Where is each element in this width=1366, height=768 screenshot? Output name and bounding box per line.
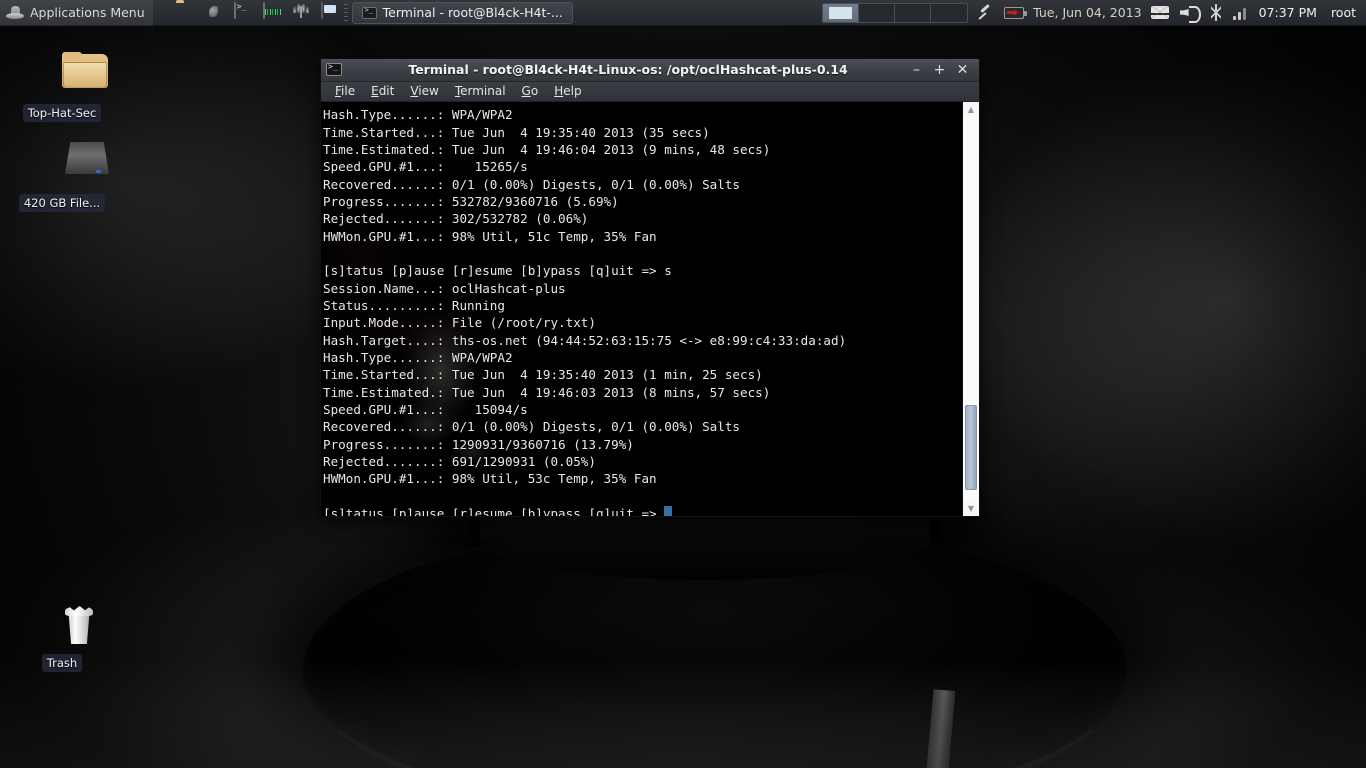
workspace-switcher[interactable] (822, 2, 969, 23)
launcher-system-monitor[interactable] (262, 1, 282, 23)
terminal-line: Progress.......: 532782/9360716 (5.69%) (323, 193, 619, 209)
terminal-line: Rejected.......: 691/1290931 (0.05%) (323, 454, 596, 470)
workspace-1[interactable] (823, 3, 860, 22)
menu-item-edit[interactable]: Edit (363, 82, 402, 100)
desktop-icon-trash[interactable]: Trash (14, 602, 110, 676)
taskbar-button-label: Terminal - root@Bl4ck-H4t-... (382, 5, 563, 20)
launcher-display-settings[interactable] (320, 1, 340, 23)
scroll-down-arrow[interactable]: ▼ (963, 501, 979, 516)
pin-icon[interactable] (977, 5, 993, 21)
terminal-cursor (664, 506, 673, 516)
battery-icon[interactable] (1004, 6, 1028, 19)
terminal-line: Hash.Target....: ths-os.net (94:44:52:63… (323, 332, 847, 348)
menu-item-file[interactable]: File (327, 82, 363, 100)
system-monitor-icon (262, 1, 265, 19)
window-title: Terminal - root@Bl4ck-H4t-Linux-os: /opt… (408, 62, 848, 78)
terminal-line: Time.Estimated.: Tue Jun 4 19:46:03 2013… (323, 384, 771, 400)
launcher-bar (175, 1, 340, 23)
terminal-icon (326, 62, 342, 77)
folder-icon (14, 52, 110, 100)
launcher-file-manager[interactable] (175, 3, 195, 23)
panel-clock: 07:37 PM (1258, 5, 1317, 20)
taskbar-button-terminal[interactable]: Terminal - root@Bl4ck-H4t-... (351, 1, 573, 24)
workspace-4[interactable] (931, 3, 968, 22)
menu-item-terminal[interactable]: Terminal (447, 82, 514, 100)
terminal-line: Hash.Type......: WPA/WPA2 (323, 349, 513, 365)
window-controls: – + ✕ (910, 63, 974, 77)
desktop-icon-top-hat-sec[interactable]: Top-Hat-Sec (14, 52, 110, 126)
terminal-icon (361, 6, 377, 19)
terminal-line: Session.Name...: oclHashcat-plus (323, 280, 566, 296)
launcher-web-browser[interactable] (204, 3, 224, 23)
desktop-icon-label: 420 GB File... (18, 194, 106, 212)
desktop-icon-label: Top-Hat-Sec (22, 104, 102, 122)
drive-icon (14, 142, 110, 190)
terminal-line: [s]tatus [p]ause [r]esume [b]ypass [q]ui… (323, 505, 956, 516)
top-panel: Applications Menu Terminal - root@Bl4ck-… (0, 0, 1366, 26)
trash-icon (14, 602, 110, 650)
desktop-icon-label: Trash (41, 654, 83, 672)
launcher-terminal[interactable] (233, 1, 253, 23)
display-icon (320, 1, 323, 19)
network-icon[interactable] (1232, 5, 1250, 20)
scrollbar-thumb[interactable] (965, 405, 977, 490)
terminal-line: Progress.......: 1290931/9360716 (13.79%… (323, 436, 634, 452)
top-hat-icon (6, 6, 24, 19)
applications-menu-label: Applications Menu (30, 5, 145, 20)
workspace-3[interactable] (895, 3, 932, 22)
terminal-output[interactable]: Hash.Type......: WPA/WPA2 Time.Started...… (321, 102, 962, 516)
workspace-2[interactable] (859, 3, 896, 22)
maximize-button[interactable]: + (933, 63, 946, 77)
terminal-line: Speed.GPU.#1...: 15265/s (323, 159, 528, 175)
applications-menu-button[interactable]: Applications Menu (0, 0, 153, 26)
status-tray (1142, 4, 1259, 23)
menu-item-go[interactable]: Go (514, 82, 547, 100)
terminal-window[interactable]: Terminal - root@Bl4ck-H4t-Linux-os: /opt… (320, 58, 980, 517)
terminal-line: Status.........: Running (323, 297, 505, 313)
terminal-line: Time.Estimated.: Tue Jun 4 19:46:04 2013… (323, 141, 771, 157)
terminal-line: Rejected.......: 302/532782 (0.06%) (323, 211, 589, 227)
launcher-plant-app[interactable] (291, 3, 311, 23)
bluetooth-icon[interactable] (1210, 4, 1222, 21)
panel-username[interactable]: root (1331, 5, 1356, 20)
close-button[interactable]: ✕ (956, 63, 969, 77)
terminal-line: Input.Mode.....: File (/root/ry.txt) (323, 315, 596, 331)
panel-handle[interactable] (343, 4, 348, 21)
window-titlebar[interactable]: Terminal - root@Bl4ck-H4t-Linux-os: /opt… (321, 59, 979, 82)
desktop-icon-420gb-filesystem[interactable]: 420 GB File... (14, 142, 110, 216)
terminal-line: Hash.Type......: WPA/WPA2 (323, 107, 513, 123)
terminal-scrollbar[interactable]: ▲ ▼ (962, 102, 979, 516)
window-menubar: File Edit View Terminal Go Help (321, 81, 979, 103)
terminal-line: Time.Started...: Tue Jun 4 19:35:40 2013… (323, 367, 763, 383)
system-tray (968, 5, 1033, 21)
menu-item-view[interactable]: View (402, 82, 446, 100)
terminal-line: Recovered......: 0/1 (0.00%) Digests, 0/… (323, 419, 741, 435)
terminal-body[interactable]: Hash.Type......: WPA/WPA2 Time.Started...… (321, 102, 979, 516)
menu-item-help[interactable]: Help (546, 82, 589, 100)
volume-icon[interactable] (1180, 5, 1201, 23)
terminal-line: Recovered......: 0/1 (0.00%) Digests, 0/… (323, 176, 741, 192)
mail-icon[interactable] (1150, 6, 1169, 19)
scrollbar-track[interactable] (963, 117, 979, 501)
terminal-line: Time.Started...: Tue Jun 4 19:35:40 2013… (323, 124, 710, 140)
scroll-up-arrow[interactable]: ▲ (963, 102, 979, 118)
terminal-icon (233, 1, 236, 19)
panel-date: Tue, Jun 04, 2013 (1033, 5, 1142, 20)
terminal-line: HWMon.GPU.#1...: 98% Util, 51c Temp, 35%… (323, 228, 657, 244)
terminal-line: [s]tatus [p]ause [r]esume [b]ypass [q]ui… (323, 263, 672, 279)
minimize-button[interactable]: – (910, 63, 923, 77)
terminal-line: HWMon.GPU.#1...: 98% Util, 53c Temp, 35%… (323, 471, 657, 487)
terminal-line: Speed.GPU.#1...: 15094/s (323, 402, 528, 417)
